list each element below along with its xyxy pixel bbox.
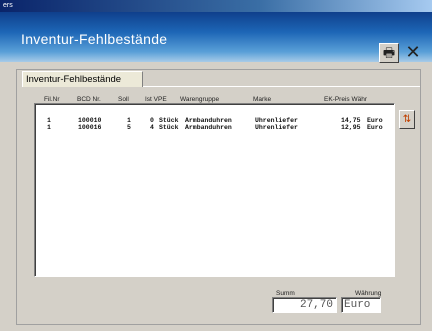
- header-banner: Inventur-Fehlbestände: [0, 12, 432, 62]
- cell-waehrung: Euro: [367, 124, 383, 131]
- summe-value: 27,70: [299, 299, 333, 311]
- column-header-ek-preis[interactable]: EK-Preis Währ: [324, 96, 367, 103]
- printer-icon: 🖶: [382, 45, 396, 60]
- close-icon: ✕: [405, 42, 421, 62]
- column-header-warengruppe[interactable]: Warengruppe: [180, 96, 219, 103]
- cell-ek: 14,75: [341, 117, 361, 124]
- sort-button[interactable]: ⇅: [399, 110, 415, 129]
- fehlbestand-list[interactable]: 1 100010 1 0 Stück Armbanduhren Uhrenlie…: [34, 103, 395, 277]
- cell-bcd: 100010: [78, 117, 102, 124]
- cell-waehrung: Euro: [367, 117, 383, 124]
- tab-inventur-fehlbestaende[interactable]: Inventur-Fehlbestände: [22, 71, 143, 87]
- cell-bcd: 100016: [78, 124, 102, 131]
- cell-ist: 0: [150, 117, 154, 124]
- cell-warengruppe: Armbanduhren: [185, 117, 232, 124]
- summe-label: Summ: [276, 290, 295, 297]
- cell-fil: 1: [47, 124, 51, 131]
- tab-divider: [143, 86, 420, 87]
- sort-icon: ⇅: [402, 114, 412, 125]
- cell-marke: Uhrenliefer: [255, 124, 298, 131]
- column-header-marke[interactable]: Marke: [253, 96, 271, 103]
- waehrung-label: Währung: [355, 290, 382, 297]
- cell-ist: 4: [150, 124, 154, 131]
- waehrung-field: Euro: [341, 297, 381, 313]
- waehrung-value: Euro: [344, 299, 371, 311]
- cell-ek: 12,95: [341, 124, 361, 131]
- cell-soll: 1: [127, 117, 131, 124]
- page-title: Inventur-Fehlbestände: [21, 31, 168, 47]
- cell-vpe: Stück: [159, 124, 179, 131]
- cell-fil: 1: [47, 117, 51, 124]
- cell-soll: 5: [127, 124, 131, 131]
- cell-marke: Uhrenliefer: [255, 117, 298, 124]
- cell-warengruppe: Armbanduhren: [185, 124, 232, 131]
- column-header-soll[interactable]: Soll: [118, 96, 129, 103]
- column-header-ist-vpe[interactable]: Ist VPE: [145, 96, 167, 103]
- close-button[interactable]: ✕: [402, 42, 424, 64]
- summe-field: 27,70: [272, 297, 337, 313]
- table-row[interactable]: 1 100010 1 0 Stück Armbanduhren Uhrenlie…: [35, 117, 394, 124]
- column-header-fil[interactable]: Fil.Nr: [44, 96, 60, 103]
- table-row[interactable]: 1 100016 5 4 Stück Armbanduhren Uhrenlie…: [35, 124, 394, 131]
- window-titlebar[interactable]: ers: [0, 0, 432, 12]
- print-button[interactable]: 🖶: [379, 43, 399, 63]
- column-header-bcd[interactable]: BCD Nr.: [77, 96, 101, 103]
- tab-label: Inventur-Fehlbestände: [26, 74, 122, 85]
- cell-vpe: Stück: [159, 117, 179, 124]
- window-title: ers: [3, 2, 13, 9]
